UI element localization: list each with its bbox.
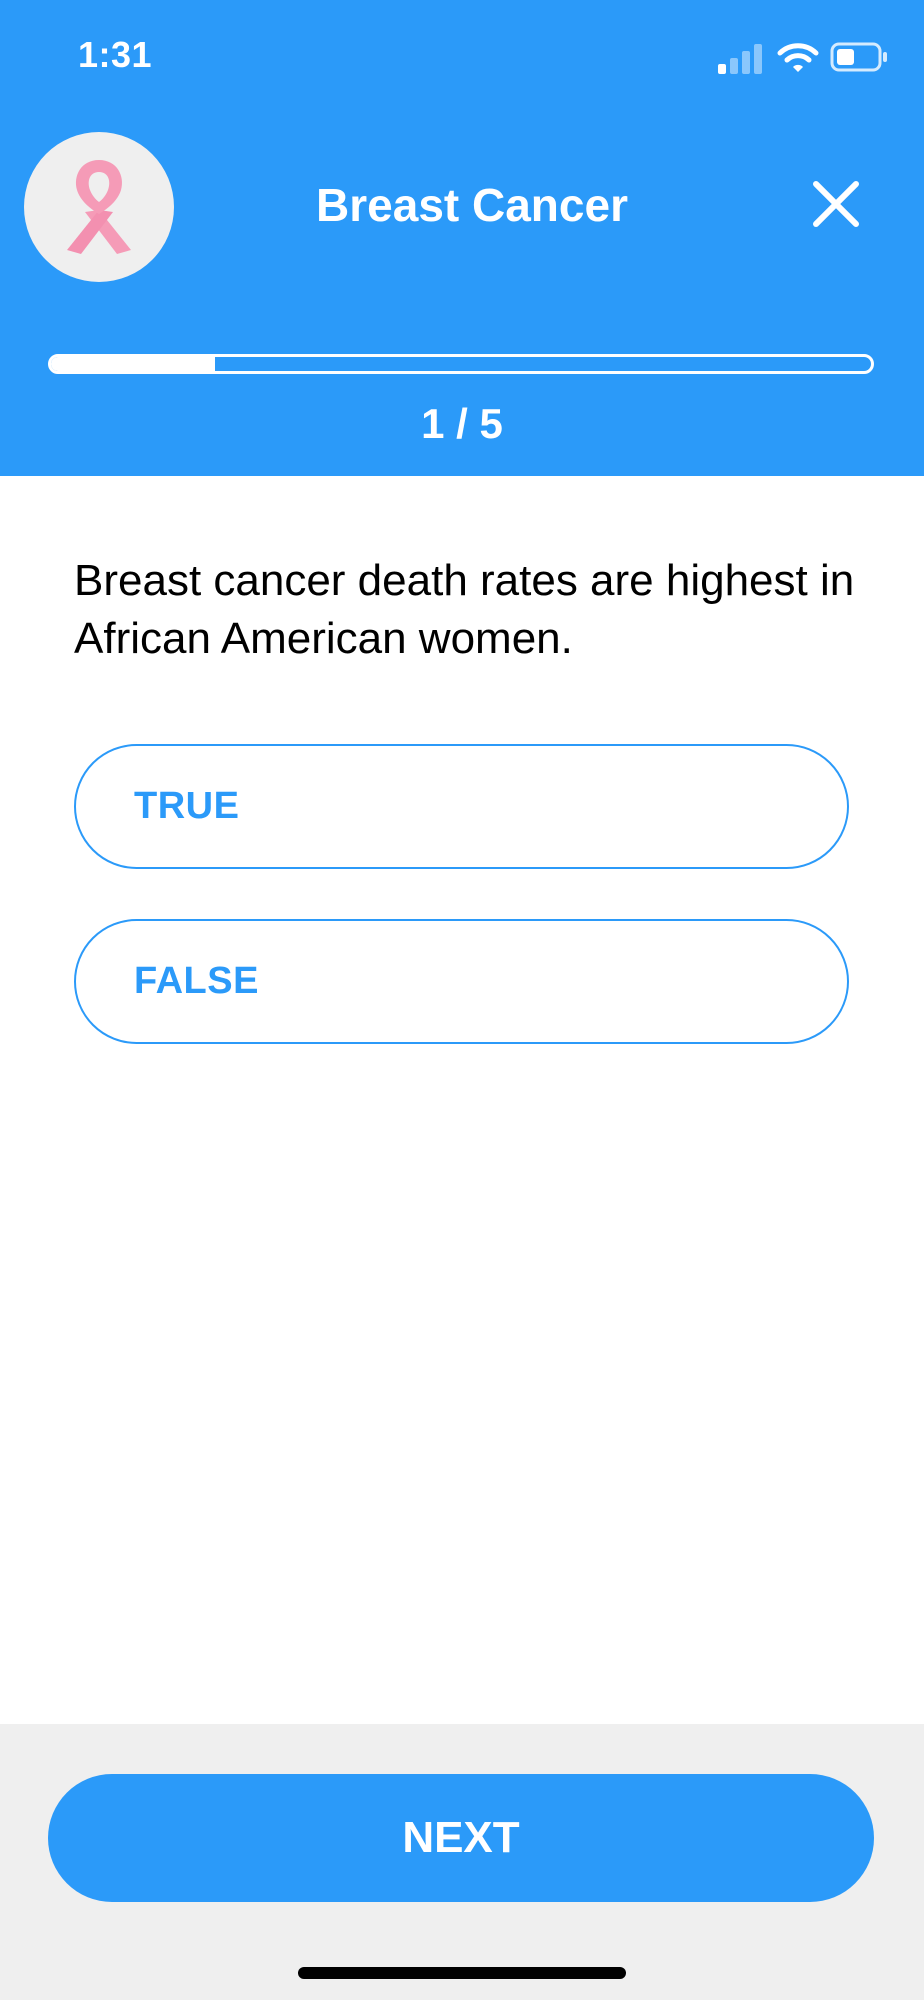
progress-label: 1 / 5 (421, 400, 503, 447)
quiz-screen: 1:31 Breast Cancer 1 / 5 Breast cancer d… (0, 0, 924, 2000)
option-false-button[interactable]: FALSE (74, 919, 849, 1044)
home-indicator (298, 1967, 626, 1979)
progress-fill (51, 357, 215, 371)
close-button[interactable] (806, 174, 866, 234)
pink-ribbon-icon (67, 160, 131, 254)
battery-icon (830, 42, 887, 72)
option-label: FALSE (134, 960, 259, 1002)
wifi-icon (777, 43, 819, 72)
status-time: 1:31 (78, 34, 153, 75)
option-true-button[interactable]: TRUE (74, 744, 849, 869)
header: 1:31 Breast Cancer 1 / 5 (0, 0, 924, 476)
close-icon (813, 181, 859, 227)
question-text: Breast cancer death rates are highest in… (74, 556, 855, 663)
signal-icon (718, 44, 762, 74)
footer: NEXT (0, 1724, 924, 2000)
page-title: Breast Cancer (316, 179, 628, 231)
progress-bar (48, 354, 874, 374)
option-label: TRUE (134, 785, 240, 827)
next-button[interactable]: NEXT (48, 1774, 874, 1902)
status-icons (718, 40, 888, 76)
avatar (24, 132, 174, 282)
